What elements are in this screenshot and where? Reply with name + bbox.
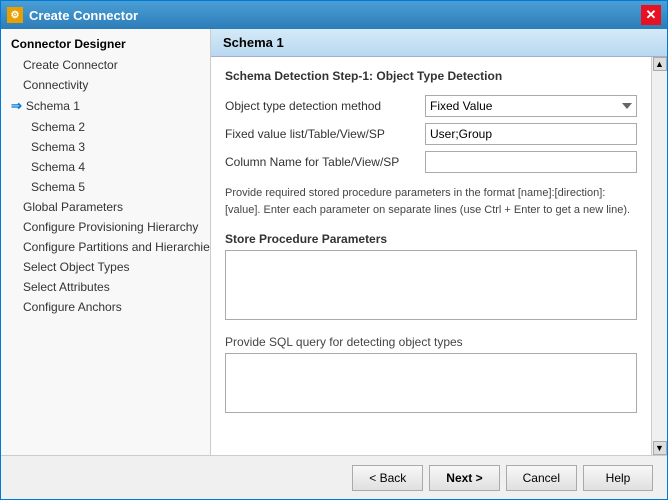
footer: < Back Next > Cancel Help <box>1 455 667 499</box>
store-procedure-label: Store Procedure Parameters <box>225 232 637 246</box>
panel-body: Schema Detection Step-1: Object Type Det… <box>211 57 651 455</box>
store-procedure-textarea[interactable] <box>225 250 637 320</box>
title-bar-left: ⚙ Create Connector <box>7 7 138 23</box>
help-button[interactable]: Help <box>583 465 653 491</box>
detection-method-row: Object type detection method Fixed Value <box>225 95 637 117</box>
sidebar-item-select-attributes[interactable]: Select Attributes <box>1 277 210 297</box>
main-content: Connector Designer Create ConnectorConne… <box>1 29 667 455</box>
scrollbar[interactable]: ▲ ▼ <box>651 57 667 455</box>
scroll-up-button[interactable]: ▲ <box>653 57 667 71</box>
column-name-control <box>425 151 637 173</box>
sidebar-item-configure-provisioning[interactable]: Configure Provisioning Hierarchy <box>1 217 210 237</box>
panel-header: Schema 1 <box>211 29 667 57</box>
sidebar-header: Connector Designer <box>1 33 210 55</box>
window-title: Create Connector <box>29 8 138 23</box>
arrow-icon: ⇒ <box>11 98 22 114</box>
sidebar-item-label: Schema 1 <box>26 99 80 113</box>
sidebar-item-configure-partitions[interactable]: Configure Partitions and Hierarchies <box>1 237 210 257</box>
sidebar-item-create-connector[interactable]: Create Connector <box>1 55 210 75</box>
column-name-input[interactable] <box>425 151 637 173</box>
sidebar-item-select-object-types[interactable]: Select Object Types <box>1 257 210 277</box>
detection-method-control: Fixed Value <box>425 95 637 117</box>
cancel-button[interactable]: Cancel <box>506 465 577 491</box>
sidebar-item-schema-5[interactable]: Schema 5 <box>1 177 210 197</box>
sidebar-item-schema-1[interactable]: ⇒ Schema 1 <box>1 95 210 117</box>
back-button[interactable]: < Back <box>352 465 423 491</box>
sidebar-item-connectivity[interactable]: Connectivity <box>1 75 210 95</box>
sidebar-item-schema-4[interactable]: Schema 4 <box>1 157 210 177</box>
app-icon: ⚙ <box>7 7 23 23</box>
title-bar: ⚙ Create Connector ✕ <box>1 1 667 29</box>
detection-method-select[interactable]: Fixed Value <box>425 95 637 117</box>
sql-textarea[interactable] <box>225 353 637 413</box>
sidebar-item-global-parameters[interactable]: Global Parameters <box>1 197 210 217</box>
next-button[interactable]: Next > <box>429 465 499 491</box>
scroll-down-button[interactable]: ▼ <box>653 441 667 455</box>
fixed-value-control <box>425 123 637 145</box>
fixed-value-label: Fixed value list/Table/View/SP <box>225 127 425 141</box>
column-name-label: Column Name for Table/View/SP <box>225 155 425 169</box>
right-panel: Schema 1 Schema Detection Step-1: Object… <box>211 29 667 455</box>
sidebar-item-schema-3[interactable]: Schema 3 <box>1 137 210 157</box>
sidebar-item-schema-2[interactable]: Schema 2 <box>1 117 210 137</box>
fixed-value-row: Fixed value list/Table/View/SP <box>225 123 637 145</box>
section-title: Schema Detection Step-1: Object Type Det… <box>225 69 637 83</box>
info-text: Provide required stored procedure parame… <box>225 181 637 222</box>
sidebar: Connector Designer Create ConnectorConne… <box>1 29 211 455</box>
close-button[interactable]: ✕ <box>641 5 661 25</box>
column-name-row: Column Name for Table/View/SP <box>225 151 637 173</box>
sidebar-items: Create ConnectorConnectivity ⇒ Schema 1 Sch… <box>1 55 210 317</box>
sidebar-item-configure-anchors[interactable]: Configure Anchors <box>1 297 210 317</box>
detection-method-label: Object type detection method <box>225 99 425 113</box>
main-window: ⚙ Create Connector ✕ Connector Designer … <box>0 0 668 500</box>
fixed-value-input[interactable] <box>425 123 637 145</box>
sql-section-label: Provide SQL query for detecting object t… <box>225 335 637 349</box>
